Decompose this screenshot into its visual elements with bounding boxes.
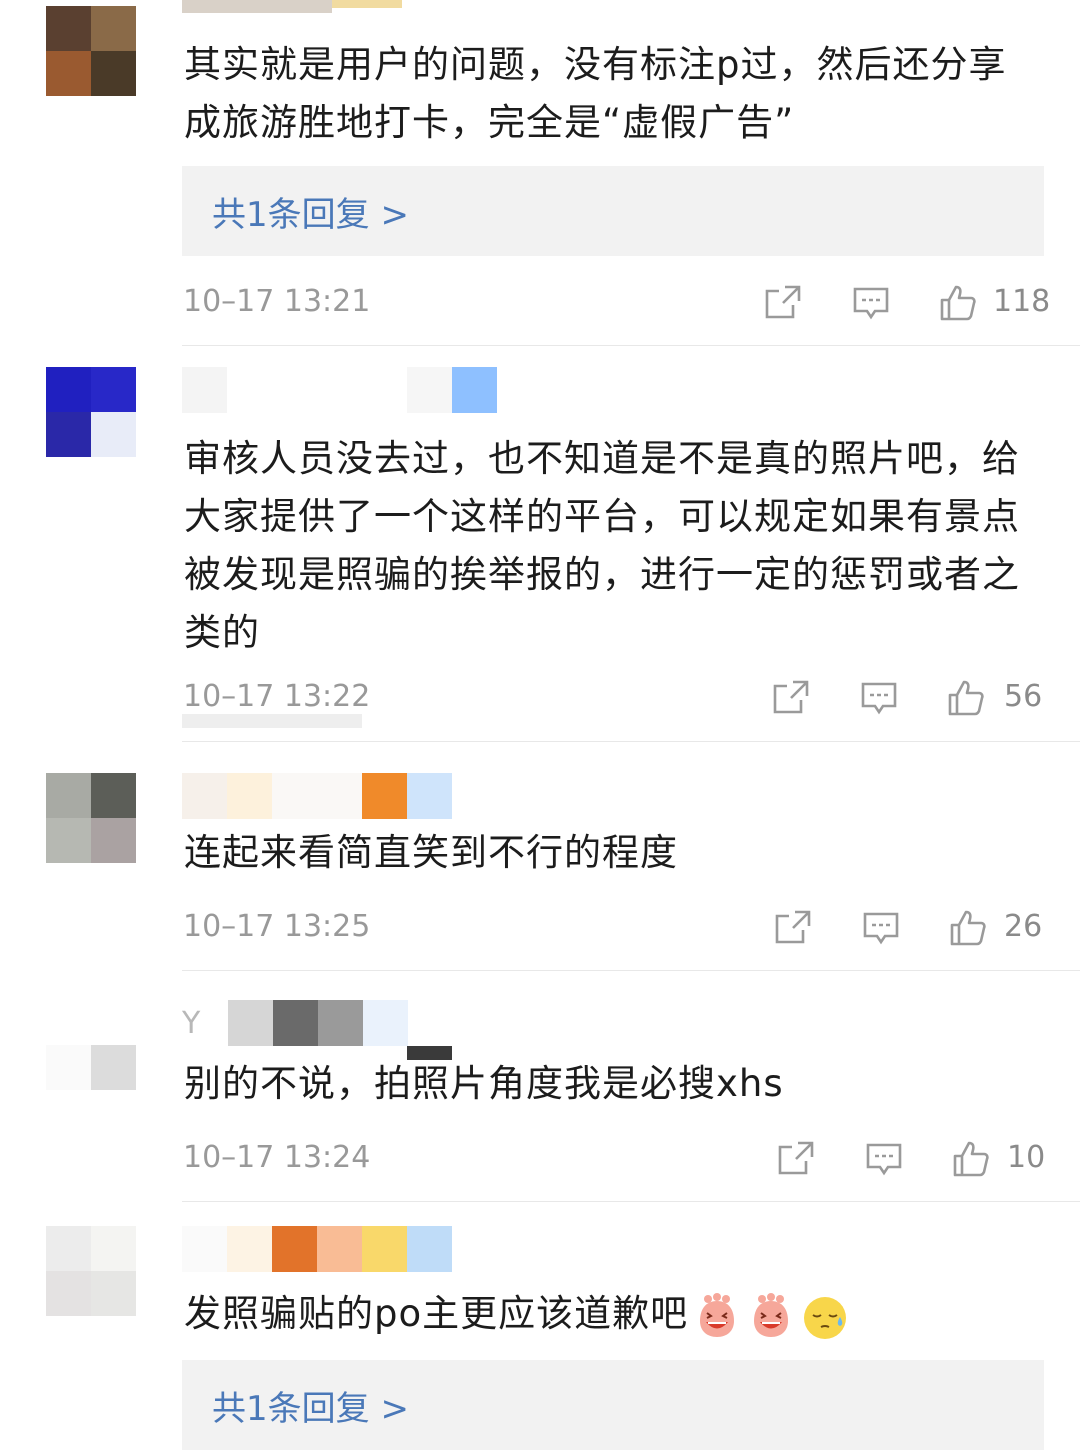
comment-text: 审核人员没去过，也不知道是不是真的照片吧，给大家提供了一个这样的平台，可以规定如…	[184, 437, 1020, 654]
username-blurred[interactable]	[182, 1226, 452, 1272]
like-count: 10	[1007, 1140, 1046, 1175]
share-icon[interactable]	[763, 283, 803, 323]
comment-icon[interactable]	[861, 908, 901, 948]
reply-box[interactable]: 共1条回复 >	[182, 166, 1044, 256]
comment-meta: 10–17 13:25 26	[0, 902, 1080, 952]
thumbs-up-icon[interactable]	[938, 283, 978, 323]
comment-icon[interactable]	[859, 678, 899, 718]
username-blurred[interactable]	[182, 0, 402, 16]
comment-meta: 10–17 13:24 10	[0, 1133, 1080, 1183]
avatar[interactable]	[46, 367, 136, 457]
username-blurred[interactable]	[182, 773, 452, 819]
sweat-face-icon	[804, 1296, 847, 1339]
like-count: 56	[1004, 679, 1043, 714]
laughing-face-icon	[700, 1292, 735, 1337]
username-visible: Y	[182, 1005, 201, 1041]
like-count: 118	[993, 284, 1051, 319]
view-replies-link[interactable]: 共1条回复 >	[212, 1381, 409, 1430]
comment-icon[interactable]	[851, 283, 891, 323]
comment-text: 连起来看简直笑到不行的程度	[184, 831, 678, 874]
share-icon[interactable]	[773, 908, 813, 948]
blurred-block	[182, 714, 362, 728]
avatar[interactable]	[46, 1000, 136, 1090]
comment-text: 别的不说，拍照片角度我是必搜xhs	[184, 1062, 784, 1105]
thumbs-up-icon[interactable]	[951, 1139, 991, 1179]
share-icon[interactable]	[771, 678, 811, 718]
thumbs-up-icon[interactable]	[948, 908, 988, 948]
timestamp: 10–17 13:25	[183, 909, 371, 944]
comment-meta: 10–17 13:21 118	[0, 277, 1080, 327]
thumbs-up-icon[interactable]	[946, 678, 986, 718]
timestamp: 10–17 13:21	[183, 284, 371, 319]
comment-icon[interactable]	[864, 1139, 904, 1179]
username-blurred[interactable]: Y	[182, 1000, 408, 1046]
divider	[182, 970, 1080, 971]
comment-meta: 10–17 13:22 56	[0, 672, 1080, 722]
share-icon[interactable]	[776, 1139, 816, 1179]
divider	[182, 1201, 1080, 1202]
view-replies-link[interactable]: 共1条回复 >	[212, 187, 409, 236]
laughing-face-icon	[754, 1292, 789, 1337]
comment-text: 其实就是用户的问题，没有标注p过，然后还分享成旅游胜地打卡，完全是“虚假广告”	[184, 43, 1007, 144]
reply-box[interactable]: 共1条回复 >	[182, 1360, 1044, 1450]
like-count: 26	[1004, 909, 1043, 944]
avatar[interactable]	[46, 773, 136, 863]
avatar[interactable]	[46, 6, 136, 96]
comment-text: 发照骗贴的po主更应该道歉吧	[184, 1285, 1034, 1343]
divider	[182, 345, 1080, 346]
comment-text-body: 发照骗贴的po主更应该道歉吧	[184, 1292, 689, 1335]
divider	[182, 741, 1080, 742]
timestamp: 10–17 13:24	[183, 1140, 371, 1175]
avatar[interactable]	[46, 1226, 136, 1316]
username-blurred[interactable]	[182, 367, 497, 413]
